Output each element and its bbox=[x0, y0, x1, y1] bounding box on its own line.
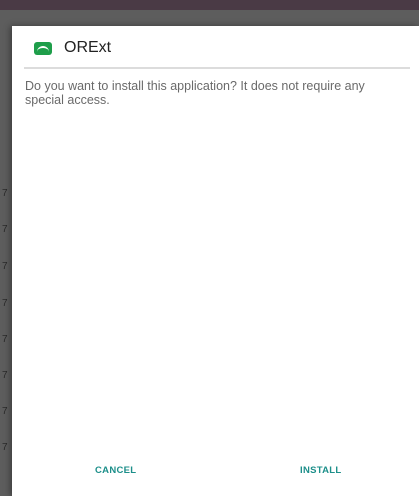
background-text-fragment: 7 bbox=[2, 188, 8, 199]
install-button[interactable]: INSTALL bbox=[300, 465, 342, 476]
dialog-header: ORExt bbox=[34, 36, 111, 60]
status-bar bbox=[0, 0, 419, 10]
background-text-fragment: 7 bbox=[2, 442, 8, 453]
header-divider bbox=[24, 67, 410, 69]
background-text-fragment: 7 bbox=[2, 334, 8, 345]
background-text-fragment: 7 bbox=[2, 224, 8, 235]
orext-app-icon bbox=[34, 41, 52, 55]
app-name: ORExt bbox=[64, 39, 112, 56]
background-text-fragment: 7 bbox=[2, 298, 8, 309]
background-text-fragment: 7 bbox=[2, 261, 8, 272]
install-message: Do you want to install this application?… bbox=[25, 79, 365, 107]
install-dialog: ORExt Do you want to install this applic… bbox=[12, 26, 419, 496]
cancel-button[interactable]: CANCEL bbox=[95, 465, 136, 476]
background-text-fragment: 7 bbox=[2, 370, 8, 381]
background-text-fragment: 7 bbox=[2, 406, 8, 417]
